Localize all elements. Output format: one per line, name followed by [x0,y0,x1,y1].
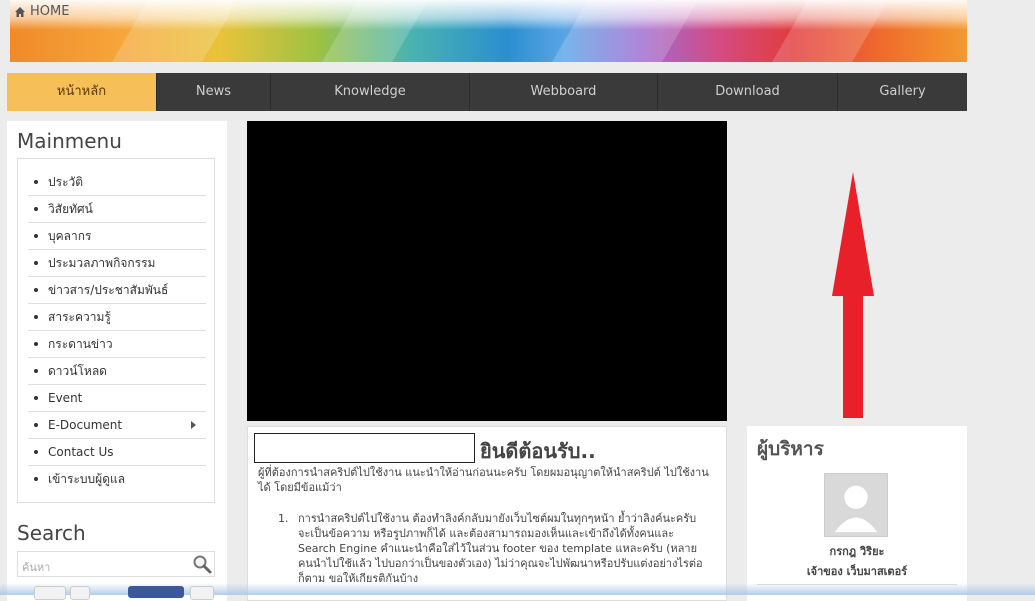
menu-item-e-document[interactable]: E-Document [28,412,206,439]
menu-item-label: ประวัติ [48,175,84,189]
menu-item-history[interactable]: ประวัติ [28,169,206,196]
mainmenu-list: ประวัติ วิสัยทัศน์ บุคลากร ประมวลภาพกิจก… [17,158,215,503]
share-count-button[interactable] [70,586,90,600]
home-link[interactable]: HOME [14,4,69,19]
nav-item-gallery[interactable]: Gallery [838,73,967,111]
share-count-button[interactable] [190,586,214,600]
welcome-panel: ยินดีต้อนรับ.. ผู้ที่ต้องการนำสคริปต์ไปใ… [247,426,727,601]
menu-item-label: บุคลากร [48,229,92,243]
admin-name: กรกฎ วิริยะ [829,545,885,558]
menu-item-label: วิสัยทัศน์ [48,202,93,216]
menu-item-label: กระดานข่าว [48,337,113,351]
header-banner [10,0,967,62]
menu-item-event[interactable]: Event [28,385,206,412]
bullet-icon [34,449,38,454]
admin-title: ผู้บริหาร [757,438,824,460]
search-input[interactable]: ค้นหา [17,551,215,577]
nav-item-knowledge[interactable]: Knowledge [271,73,470,111]
menu-item-label: ดาวน์โหลด [48,364,107,378]
menu-item-download[interactable]: ดาวน์โหลด [28,358,206,385]
bullet-icon [34,179,38,184]
menu-item-knowledge[interactable]: สาระความรู้ [28,304,206,331]
menu-item-label: ประมวลภาพกิจกรรม [48,256,156,270]
google-plus-button[interactable] [34,586,66,600]
menu-item-label: E-Document [48,418,123,432]
nav-item-home[interactable]: หน้าหลัก [7,73,157,111]
list-item-number: 1. [278,512,289,525]
mainmenu-title: Mainmenu [17,129,122,153]
left-sidebar: Mainmenu ประวัติ วิสัยทัศน์ บุคลากร ประม… [7,121,227,601]
facebook-share-button[interactable] [128,586,184,598]
admin-panel: ผู้บริหาร กรกฎ วิริยะ เจ้าของ เว็บมาสเตอ… [747,426,967,601]
chevron-right-icon [191,421,196,429]
search-title: Search [17,521,86,545]
home-icon [15,6,25,17]
menu-item-label: Contact Us [48,445,114,459]
bullet-icon [34,314,38,319]
video-player[interactable] [247,121,727,421]
menu-item-vision[interactable]: วิสัยทัศน์ [28,196,206,223]
bullet-icon [34,260,38,265]
menu-item-personnel[interactable]: บุคลากร [28,223,206,250]
menu-item-label: เข้าระบบผู้ดูแล [48,472,126,486]
menu-item-label: ข่าวสาร/ประชาสัมพันธ์ [48,283,169,297]
admin-role: เจ้าของ เว็บมาสเตอร์ [806,565,908,578]
user-avatar-icon [825,474,887,536]
bullet-icon [34,422,38,427]
main-nav: หน้าหลัก News Knowledge Webboard Downloa… [7,73,967,111]
menu-item-news-pr[interactable]: ข่าวสาร/ประชาสัมพันธ์ [28,277,206,304]
intro-text: ผู้ที่ต้องการนำสคริปต์ไปใช้งาน แนะนำให้อ… [258,466,709,494]
menu-item-label: Event [48,391,83,405]
nav-item-news[interactable]: News [157,73,271,111]
menu-item-label: สาระความรู้ [48,310,111,324]
nav-item-webboard[interactable]: Webboard [470,73,658,111]
search-icon[interactable] [192,554,212,574]
bullet-icon [34,341,38,346]
bullet-icon [34,287,38,292]
bullet-icon [34,395,38,400]
menu-item-board[interactable]: กระดานข่าว [28,331,206,358]
bullet-icon [34,206,38,211]
bullet-icon [34,476,38,481]
bullet-icon [34,233,38,238]
menu-item-admin-login[interactable]: เข้าระบบผู้ดูแล [28,466,206,493]
red-arrow-annotation [832,172,874,418]
home-label: HOME [30,4,70,19]
redacted-box [254,433,475,463]
list-item-text: การนำสคริปต์ไปใช้งาน ต้องทำลิงค์กลับมายั… [298,512,703,585]
nav-item-download[interactable]: Download [658,73,838,111]
menu-item-contact[interactable]: Contact Us [28,439,206,466]
menu-item-activities[interactable]: ประมวลภาพกิจกรรม [28,250,206,277]
bullet-icon [34,368,38,373]
search-placeholder: ค้นหา [22,561,51,574]
avatar [824,473,888,537]
welcome-title: ยินดีต้อนรับ.. [480,439,596,463]
